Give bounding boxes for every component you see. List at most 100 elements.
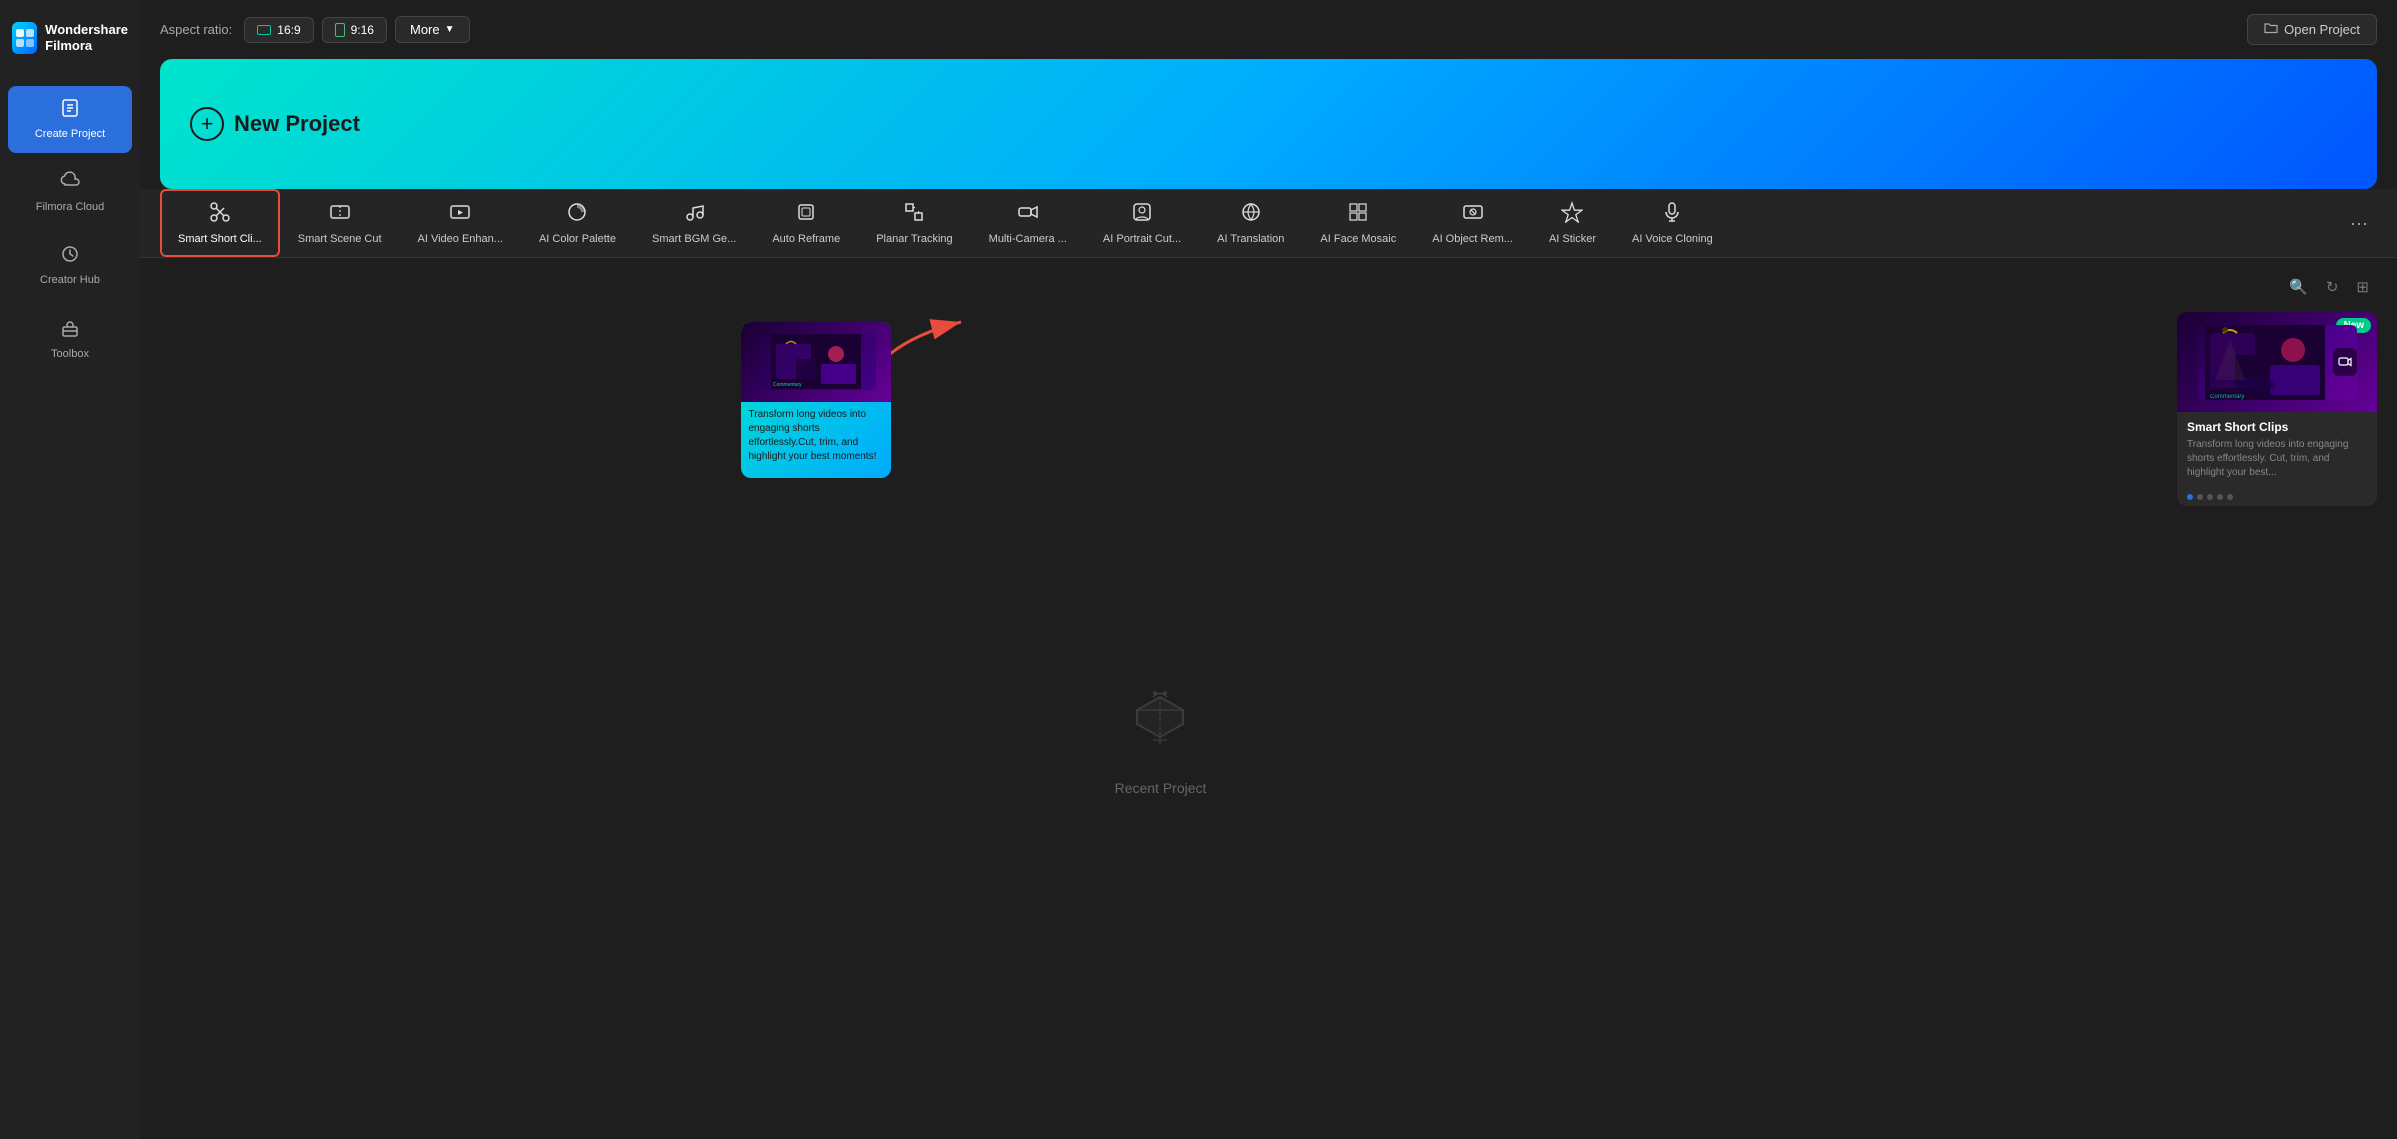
feature-label-1: Smart Scene Cut <box>298 233 382 245</box>
plus-circle-icon: + <box>190 107 224 141</box>
feature-label-13: AI Voice Cloning <box>1632 233 1713 245</box>
sidebar-nav: Create Project Filmora Cloud Creator Hub <box>0 76 140 383</box>
feature-ai-sticker[interactable]: AI Sticker <box>1531 189 1614 257</box>
planar-tracking-icon <box>903 201 925 229</box>
featured-card[interactable]: New <box>2177 312 2377 506</box>
creator-hub-icon <box>60 244 80 269</box>
ai-face-mosaic-icon <box>1347 201 1369 229</box>
feature-auto-reframe[interactable]: Auto Reframe <box>754 189 858 257</box>
feature-label-7: Multi-Camera ... <box>989 233 1067 245</box>
ai-object-remove-icon <box>1462 201 1484 229</box>
refresh-icon-button[interactable]: ↻ <box>2322 274 2343 300</box>
sidebar-item-create-project[interactable]: Create Project <box>8 86 132 153</box>
multi-camera-icon <box>1017 201 1039 229</box>
ellipsis-icon: ··· <box>2350 213 2368 234</box>
feature-label-6: Planar Tracking <box>876 233 952 245</box>
sidebar-item-toolbox[interactable]: Toolbox <box>8 306 132 373</box>
chevron-down-icon: ▼ <box>445 24 455 35</box>
featured-thumb-inner: Commentary <box>2197 325 2357 400</box>
main-content: Aspect ratio: 16:9 9:16 More ▼ Open Proj… <box>140 0 2397 1139</box>
sidebar-item-label-cloud: Filmora Cloud <box>36 201 104 214</box>
dot-2 <box>2197 494 2203 500</box>
dot-3 <box>2207 494 2213 500</box>
logo-icon <box>12 22 37 54</box>
feature-smart-short-clips[interactable]: Smart Short Cli... <box>160 189 280 257</box>
feature-ai-video-enhance[interactable]: AI Video Enhan... <box>400 189 521 257</box>
feature-ai-voice-cloning[interactable]: AI Voice Cloning <box>1614 189 1731 257</box>
right-panel: 🔍 ↻ ⊞ New <box>2177 274 2377 1123</box>
toolbox-icon <box>60 318 80 343</box>
dot-1 <box>2187 494 2193 500</box>
feature-label-2: AI Video Enhan... <box>418 233 503 245</box>
dot-4 <box>2217 494 2223 500</box>
app-name: Wondershare Filmora <box>45 22 128 53</box>
new-project-label: New Project <box>234 111 360 137</box>
ratio-16-9-icon <box>257 25 271 35</box>
feature-smart-scene-cut[interactable]: Smart Scene Cut <box>280 189 400 257</box>
sidebar-item-label-toolbox: Toolbox <box>51 348 89 361</box>
feature-label-12: AI Sticker <box>1549 233 1596 245</box>
featured-description: Transform long videos into engaging shor… <box>2187 438 2367 480</box>
tooltip-text: Transform long videos into engaging shor… <box>741 402 891 470</box>
feature-label-4: Smart BGM Ge... <box>652 233 736 245</box>
ratio-9-16-icon <box>335 23 345 37</box>
open-project-label: Open Project <box>2284 22 2360 37</box>
feature-ai-object-remove[interactable]: AI Object Rem... <box>1414 189 1531 257</box>
auto-reframe-icon <box>795 201 817 229</box>
feature-label-8: AI Portrait Cut... <box>1103 233 1181 245</box>
feature-planar-tracking[interactable]: Planar Tracking <box>858 189 970 257</box>
aspect-9-16-button[interactable]: 9:16 <box>322 17 387 43</box>
smart-scene-cut-icon <box>329 201 351 229</box>
featured-overlay-icon <box>2333 348 2357 376</box>
featured-title: Smart Short Clips <box>2187 420 2367 434</box>
feature-multi-camera[interactable]: Multi-Camera ... <box>971 189 1085 257</box>
sidebar-item-label-create: Create Project <box>35 128 105 141</box>
dot-5 <box>2227 494 2233 500</box>
svg-text:Commentary: Commentary <box>773 382 802 388</box>
projects-area: Commentary Transform long videos into en… <box>160 274 2161 1123</box>
content-area: Commentary Transform long videos into en… <box>140 258 2397 1139</box>
feature-ai-color-palette[interactable]: AI Color Palette <box>521 189 634 257</box>
feature-label-10: AI Face Mosaic <box>1320 233 1396 245</box>
tooltip-thumbnail: Commentary <box>741 322 891 402</box>
feature-label-0: Smart Short Cli... <box>178 233 262 245</box>
grid-view-icon-button[interactable]: ⊞ <box>2352 274 2373 300</box>
featured-dots <box>2177 488 2377 506</box>
featured-info: Smart Short Clips Transform long videos … <box>2177 412 2377 488</box>
svg-text:Commentary: Commentary <box>2210 394 2244 400</box>
tooltip-thumb-inner: Commentary <box>756 334 876 390</box>
feature-smart-bgm[interactable]: Smart BGM Ge... <box>634 189 754 257</box>
more-button[interactable]: More ▼ <box>395 16 470 43</box>
topbar: Aspect ratio: 16:9 9:16 More ▼ Open Proj… <box>140 0 2397 59</box>
aspect-16-9-button[interactable]: 16:9 <box>244 17 313 43</box>
aspect-ratio-controls: Aspect ratio: 16:9 9:16 More ▼ <box>160 16 470 43</box>
tooltip-card: Commentary Transform long videos into en… <box>741 322 891 478</box>
featured-thumbnail: New <box>2177 312 2377 412</box>
app-logo: Wondershare Filmora <box>0 0 140 76</box>
ai-sticker-icon <box>1561 201 1583 229</box>
hero-banner[interactable]: + New Project <box>160 59 2377 189</box>
ai-translation-icon <box>1240 201 1262 229</box>
feature-label-5: Auto Reframe <box>772 233 840 245</box>
empty-state: Recent Project <box>1115 682 1207 796</box>
feature-ai-portrait-cut[interactable]: AI Portrait Cut... <box>1085 189 1199 257</box>
feature-ai-face-mosaic[interactable]: AI Face Mosaic <box>1302 189 1414 257</box>
smart-short-clips-icon <box>209 201 231 229</box>
sidebar-item-filmora-cloud[interactable]: Filmora Cloud <box>8 159 132 226</box>
feature-toolbar: Smart Short Cli... Smart Scene Cut AI Vi… <box>140 189 2397 258</box>
smart-bgm-icon <box>683 201 705 229</box>
new-project-button[interactable]: + New Project <box>190 107 360 141</box>
search-icon-button[interactable]: 🔍 <box>2285 274 2312 300</box>
feature-more-button[interactable]: ··· <box>2341 205 2377 241</box>
open-project-button[interactable]: Open Project <box>2247 14 2377 45</box>
folder-icon <box>2264 22 2278 37</box>
sidebar: Wondershare Filmora Create Project F <box>0 0 140 1139</box>
ai-video-enhance-icon <box>449 201 471 229</box>
aspect-ratio-label: Aspect ratio: <box>160 22 232 37</box>
feature-label-3: AI Color Palette <box>539 233 616 245</box>
right-panel-icons: 🔍 ↻ ⊞ <box>2177 274 2377 300</box>
sidebar-item-creator-hub[interactable]: Creator Hub <box>8 232 132 299</box>
ai-voice-cloning-icon <box>1661 201 1683 229</box>
feature-label-9: AI Translation <box>1217 233 1284 245</box>
feature-ai-translation[interactable]: AI Translation <box>1199 189 1302 257</box>
